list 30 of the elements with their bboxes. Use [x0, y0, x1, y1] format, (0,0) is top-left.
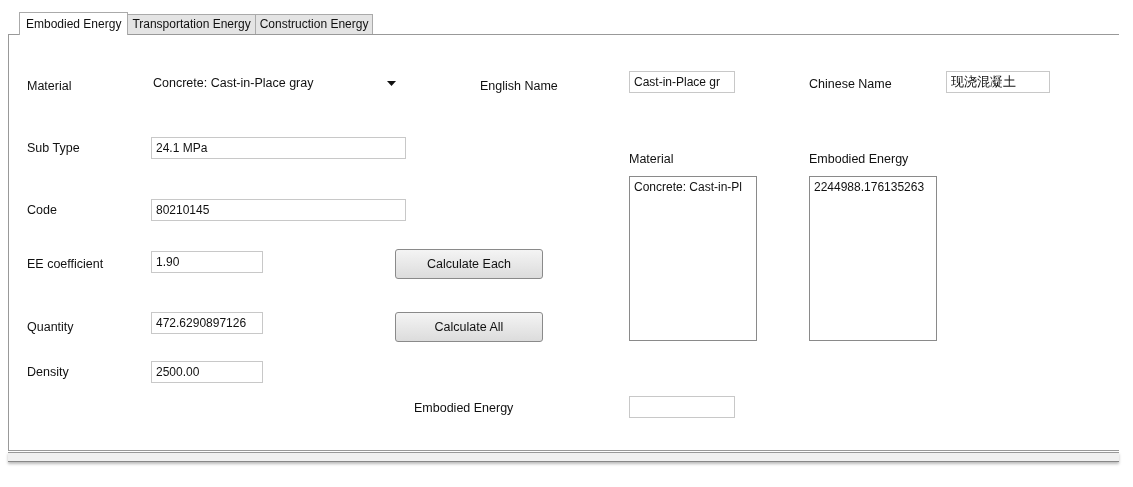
input-field[interactable]: 现浇混凝土 — [946, 71, 1050, 93]
tab[interactable]: Construction Energy — [254, 14, 374, 34]
caret-icon — [387, 80, 396, 86]
field-label: English Name — [480, 79, 558, 93]
input-field[interactable]: 1.90 — [151, 251, 263, 273]
input-field[interactable]: 472.6290897126 — [151, 312, 263, 334]
field-label: Sub Type — [27, 141, 81, 155]
input-field[interactable]: 2500.00 — [151, 361, 263, 383]
energy-listbox[interactable]: 2244988.176135263 — [809, 176, 937, 341]
field-label: Embodied Energy — [413, 400, 515, 415]
input-field[interactable]: Cast-in-Place gr — [629, 71, 735, 93]
field-label: Chinese Name — [809, 77, 893, 91]
field-label: Material — [27, 79, 73, 93]
input-field[interactable]: 24.1 MPa — [151, 137, 406, 159]
list-item[interactable]: Concrete: Cast-in-Pl — [634, 180, 752, 194]
calculate-button[interactable]: Calculate Each — [395, 249, 543, 279]
input-field[interactable] — [629, 396, 735, 418]
list-label: Embodied Energy — [809, 152, 910, 166]
field-label: Density — [27, 365, 70, 379]
list-label: Material — [629, 152, 675, 166]
calculate-button[interactable]: Calculate All — [395, 311, 543, 342]
list-item[interactable]: 2244988.176135263 — [814, 180, 932, 194]
tab[interactable]: Transportation Energy — [127, 14, 256, 34]
material-dropdown[interactable]: Concrete: Cast-in-Place gray — [151, 71, 406, 95]
field-label: Quantity — [27, 319, 75, 334]
field-label: EE coefficient — [27, 257, 105, 271]
tab[interactable]: Embodied Energy — [19, 12, 129, 35]
field-label: Code — [27, 203, 58, 217]
input-field[interactable]: 80210145 — [151, 199, 406, 221]
material-listbox[interactable]: Concrete: Cast-in-Pl — [629, 176, 757, 341]
